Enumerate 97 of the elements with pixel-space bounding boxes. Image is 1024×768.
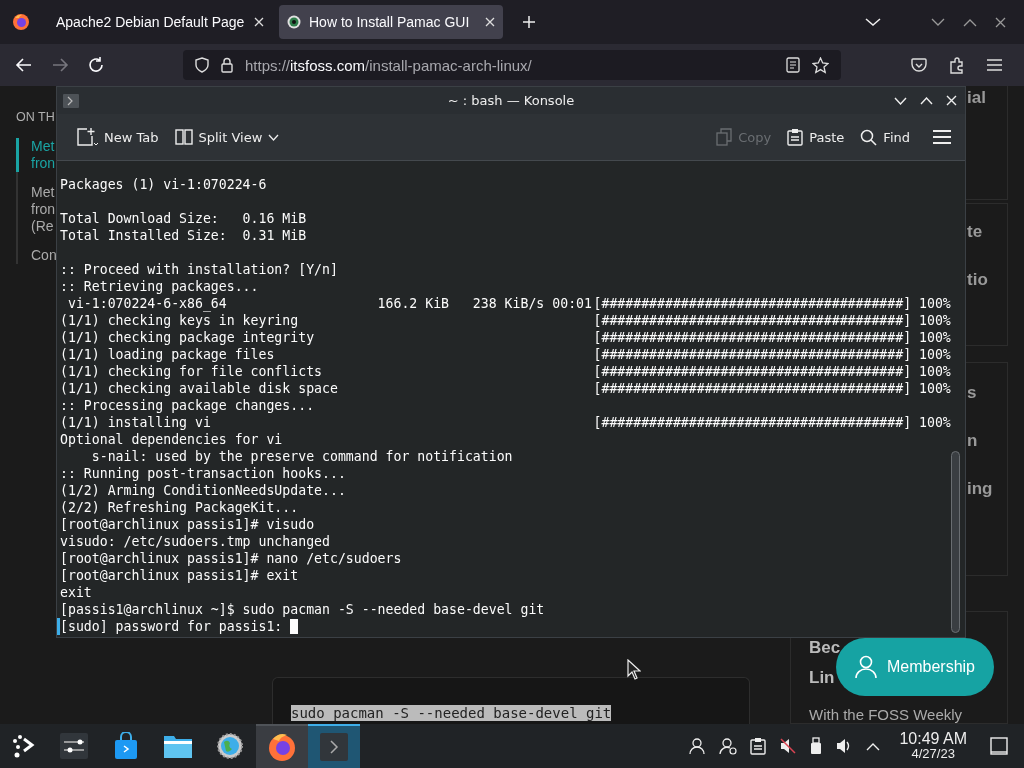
- toolbar-button[interactable]: Find: [855, 124, 915, 150]
- minimize-icon[interactable]: [931, 17, 945, 27]
- menu-icon[interactable]: [933, 130, 951, 144]
- caret-up-icon[interactable]: [866, 741, 881, 751]
- terminal-line: :: Proceed with installation? [Y/n]: [60, 261, 338, 278]
- toc-heading: ON TH: [16, 110, 56, 124]
- tab-title: How to Install Pamac GUI: [309, 14, 471, 30]
- firefox-icon: [267, 732, 297, 762]
- card-text: tio: [967, 269, 989, 290]
- bookmark-star-icon[interactable]: [812, 56, 829, 74]
- user-icon: [855, 655, 877, 679]
- split-view-icon: [174, 129, 193, 145]
- terminal-line: visudo: /etc/sudoers.tmp unchanged: [60, 533, 330, 550]
- terminal-line: (1/2) Arming ConditionNeedsUpdate...: [60, 482, 346, 499]
- shield-icon[interactable]: [195, 57, 209, 73]
- terminal-line: [root@archlinux passis1]# nano /etc/sudoers: [60, 550, 402, 567]
- terminal-line: (1/1) checking keys in keyring: [60, 312, 300, 329]
- muted-speaker-icon[interactable]: [779, 737, 798, 755]
- terminal-line: :: Processing package changes...: [60, 397, 315, 414]
- progress-text: [######################################] 100%: [593, 346, 951, 363]
- back-button[interactable]: [15, 56, 33, 74]
- new-tab-icon: [76, 127, 98, 147]
- copy-icon: [716, 128, 733, 146]
- toc-link[interactable]: Con: [16, 247, 56, 264]
- terminal-line: [passis1@archlinux ~]$ sudo pacman -S --needed base-devel git: [60, 601, 545, 618]
- terminal-line: :: Running post-transaction hooks...: [60, 465, 346, 482]
- search-icon: [860, 128, 878, 146]
- progress-text: [######################################] 100%: [593, 329, 951, 346]
- terminal-line: s-nail: used by the preserve command for notification: [90, 448, 513, 465]
- shopping-bag-icon: [113, 732, 139, 760]
- progress-text: [######################################] 100%: [593, 363, 951, 380]
- reader-view-icon[interactable]: [786, 57, 800, 73]
- extensions-icon[interactable]: [949, 56, 965, 74]
- newsletter-text: With the FOSS Weekly: [809, 706, 964, 723]
- progress-text: [######################################] 100%: [593, 414, 951, 431]
- terminal-line: (1/1) installing vi: [60, 414, 212, 431]
- clock-date[interactable]: 4/27/23: [911, 746, 955, 761]
- terminal-line: exit: [60, 584, 92, 601]
- terminal-line: Optional dependencies for vi: [60, 431, 283, 448]
- url-text: https://itsfoss.com/install-pamac-arch-linux/: [245, 56, 532, 74]
- clipboard-icon[interactable]: [750, 737, 767, 755]
- clock-time[interactable]: 10:49 AM: [899, 731, 967, 746]
- card-text: s: [967, 383, 978, 404]
- show-desktop-icon[interactable]: [990, 737, 1008, 755]
- scrollbar[interactable]: [950, 451, 960, 633]
- tab-list-icon[interactable]: [865, 17, 881, 27]
- terminal-line: Packages (1) vi-1:070224-6: [60, 176, 267, 193]
- code-text: sudo pacman -S --needed base-devel git: [291, 705, 612, 721]
- folder-icon: [163, 733, 193, 759]
- user-icon[interactable]: [688, 737, 707, 755]
- window-title: ~ : bash — Konsole: [447, 93, 575, 108]
- close-icon[interactable]: [995, 16, 1006, 28]
- reload-button[interactable]: [87, 56, 105, 74]
- browser-tab[interactable]: How to Install Pamac GUI: [279, 5, 503, 39]
- toolbar-button[interactable]: Paste: [782, 124, 850, 150]
- card-text: te: [967, 221, 984, 242]
- progress-text: [######################################] 100%: [593, 380, 951, 397]
- tab-title: Apache2 Debian Default Page: [56, 14, 246, 30]
- clipboard-icon: [787, 128, 804, 146]
- terminal-icon: [320, 733, 348, 761]
- lock-icon[interactable]: [221, 57, 233, 73]
- toc-link[interactable]: Met fron (Re: [16, 184, 56, 235]
- menu-icon[interactable]: [987, 59, 1002, 71]
- terminal-line: Total Installed Size: 0.31 MiB: [60, 227, 307, 244]
- sliders-icon: [60, 733, 88, 759]
- terminal-line: vi-1:070224-6-x86_64 166.2 KiB 238 KiB/s 00:01: [66, 295, 593, 312]
- user-status-icon[interactable]: [719, 737, 738, 755]
- app-launcher-icon[interactable]: [10, 733, 36, 759]
- globe-icon: [217, 733, 243, 759]
- newsletter-title: Lin: [809, 668, 836, 688]
- card-text: ing: [967, 479, 994, 500]
- toolbar-button[interactable]: Split View: [169, 125, 285, 149]
- address-bar[interactable]: https://itsfoss.com/install-pamac-arch-linux/: [183, 50, 841, 80]
- terminal-line: (2/2) Refreshing PackageKit...: [60, 499, 299, 516]
- browser-tab[interactable]: Apache2 Debian Default Page: [48, 5, 272, 39]
- usb-drive-icon[interactable]: [810, 737, 823, 755]
- pocket-icon[interactable]: [911, 57, 927, 73]
- terminal-line: (1/1) checking for file conflicts: [60, 363, 323, 380]
- card-text: n: [967, 431, 979, 452]
- progress-text: [######################################] 100%: [593, 312, 951, 329]
- terminal-line: (1/1) checking package integrity: [60, 329, 316, 346]
- terminal-line: (1/1) checking available disk space: [60, 380, 339, 397]
- terminal-line: [root@archlinux passis1]# exit: [60, 567, 299, 584]
- card-text: ial: [967, 88, 987, 108]
- maximize-icon[interactable]: [963, 17, 977, 27]
- progress-text: [######################################] 100%: [593, 295, 951, 312]
- terminal-line: Total Download Size: 0.16 MiB: [60, 210, 307, 227]
- caret-icon: [268, 133, 280, 141]
- terminal-line: [root@archlinux passis1]# visudo: [60, 516, 315, 533]
- firefox-logo-icon[interactable]: [12, 13, 30, 31]
- terminal-line: (1/1) loading package files: [60, 346, 276, 363]
- toolbar-button[interactable]: New Tab: [71, 123, 164, 151]
- terminal-line: :: Retrieving packages...: [60, 278, 259, 295]
- terminal-icon[interactable]: [63, 93, 79, 108]
- terminal-line: [sudo] password for passis1:: [60, 618, 283, 635]
- new-tab-icon[interactable]: [522, 15, 536, 29]
- site-favicon-icon: [287, 15, 301, 29]
